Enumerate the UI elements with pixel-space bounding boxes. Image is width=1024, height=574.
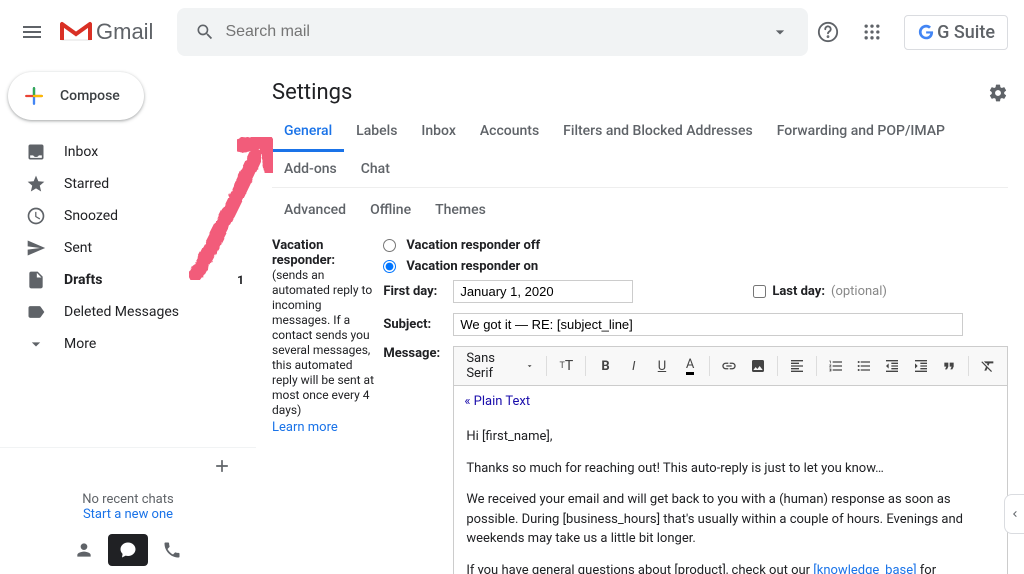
message-greeting: Hi [first_name], bbox=[466, 427, 995, 447]
message-p2: We received your email and will get back… bbox=[466, 490, 995, 549]
numbered-list-button[interactable] bbox=[823, 353, 849, 379]
drafts-icon bbox=[26, 270, 46, 290]
text-color-button[interactable]: A bbox=[677, 353, 703, 379]
plus-icon bbox=[20, 82, 48, 110]
no-chats-text: No recent chats bbox=[0, 492, 256, 507]
message-p1: Thanks so much for reaching out! This au… bbox=[466, 459, 995, 479]
start-chat-link[interactable]: Start a new one bbox=[0, 507, 256, 522]
sidebar: Compose Inbox Starred Snoozed Sent bbox=[0, 64, 256, 574]
gmail-icon bbox=[60, 20, 92, 44]
google-g-icon bbox=[917, 23, 935, 41]
vacation-on-radio[interactable] bbox=[383, 260, 396, 273]
tab-offline[interactable]: Offline bbox=[358, 194, 423, 226]
font-family-select[interactable]: Sans Serif bbox=[460, 351, 540, 381]
gsuite-badge[interactable]: G Suite bbox=[904, 15, 1008, 50]
tab-general[interactable]: General bbox=[272, 113, 344, 152]
chevron-left-icon bbox=[1009, 508, 1021, 520]
compose-button[interactable]: Compose bbox=[8, 72, 144, 120]
message-editor[interactable]: Hi [first_name], Thanks so much for reac… bbox=[453, 417, 1008, 574]
message-p3: If you have general questions about [pro… bbox=[466, 561, 995, 574]
editor-toolbar: Sans Serif TT B I U A bbox=[453, 346, 1008, 386]
label-icon bbox=[26, 302, 46, 322]
nav-sent[interactable]: Sent bbox=[0, 232, 256, 264]
tab-inbox[interactable]: Inbox bbox=[409, 113, 467, 151]
message-label: Message: bbox=[383, 346, 453, 361]
align-button[interactable] bbox=[784, 353, 810, 379]
page-title: Settings bbox=[272, 80, 352, 105]
nav-more[interactable]: More bbox=[0, 328, 256, 360]
settings-gear-icon[interactable] bbox=[988, 83, 1008, 103]
nav-list: Inbox Starred Snoozed Sent Drafts bbox=[0, 136, 256, 360]
tab-advanced[interactable]: Advanced bbox=[272, 194, 358, 226]
search-options-icon[interactable] bbox=[760, 12, 800, 52]
tab-accounts[interactable]: Accounts bbox=[468, 113, 551, 151]
plain-text-link[interactable]: « Plain Text bbox=[453, 386, 1008, 417]
tab-chat[interactable]: Chat bbox=[349, 151, 402, 187]
remove-formatting-button[interactable] bbox=[975, 353, 1001, 379]
learn-more-link[interactable]: Learn more bbox=[272, 420, 375, 435]
vacation-responder-section: Vacation responder: (sends an automated … bbox=[272, 232, 1008, 574]
last-day-label: Last day: bbox=[772, 284, 825, 299]
subject-input[interactable] bbox=[453, 313, 963, 336]
tab-themes[interactable]: Themes bbox=[423, 194, 498, 226]
tab-labels[interactable]: Labels bbox=[344, 113, 409, 151]
search-input[interactable] bbox=[225, 23, 760, 41]
search-icon[interactable] bbox=[185, 12, 225, 52]
chevron-down-icon bbox=[26, 334, 46, 354]
vacation-desc: (sends an automated reply to incoming me… bbox=[272, 268, 374, 417]
quote-button[interactable] bbox=[936, 353, 962, 379]
knowledge-base-link[interactable]: [knowledge_base] bbox=[813, 563, 916, 574]
main-content: Settings General Labels Inbox Accounts F… bbox=[256, 64, 1024, 574]
indent-more-button[interactable] bbox=[907, 353, 933, 379]
settings-tabs: General Labels Inbox Accounts Filters an… bbox=[272, 113, 1008, 188]
clock-icon bbox=[26, 206, 46, 226]
bold-button[interactable]: B bbox=[592, 353, 618, 379]
last-day-optional: (optional) bbox=[831, 284, 887, 299]
insert-photo-button[interactable] bbox=[744, 353, 770, 379]
vacation-on-label: Vacation responder on bbox=[406, 259, 538, 274]
vacation-off-label: Vacation responder off bbox=[406, 238, 540, 253]
gmail-logo[interactable]: Gmail bbox=[60, 19, 153, 45]
bullet-list-button[interactable] bbox=[851, 353, 877, 379]
underline-button[interactable]: U bbox=[649, 353, 675, 379]
hangouts-contacts-icon[interactable] bbox=[64, 534, 104, 566]
indent-less-button[interactable] bbox=[879, 353, 905, 379]
header: Gmail G Suite bbox=[0, 0, 1024, 64]
subject-label: Subject: bbox=[383, 317, 453, 332]
first-day-input[interactable] bbox=[453, 280, 633, 303]
chevron-down-icon bbox=[525, 361, 534, 371]
last-day-checkbox[interactable] bbox=[753, 285, 766, 298]
inbox-icon bbox=[26, 142, 46, 162]
nav-starred[interactable]: Starred bbox=[0, 168, 256, 200]
settings-tabs-row2: Advanced Offline Themes bbox=[272, 188, 1008, 232]
compose-label: Compose bbox=[60, 88, 120, 104]
side-panel-toggle[interactable] bbox=[1004, 494, 1024, 534]
first-day-label: First day: bbox=[383, 284, 453, 299]
hangouts-chat-icon[interactable] bbox=[108, 534, 148, 566]
link-button[interactable] bbox=[716, 353, 742, 379]
apps-icon[interactable] bbox=[852, 12, 892, 52]
plus-icon bbox=[212, 456, 232, 476]
nav-drafts[interactable]: Drafts 1 bbox=[0, 264, 256, 296]
tab-forwarding[interactable]: Forwarding and POP/IMAP bbox=[765, 113, 957, 151]
nav-snoozed[interactable]: Snoozed bbox=[0, 200, 256, 232]
star-icon bbox=[26, 174, 46, 194]
vacation-off-radio[interactable] bbox=[383, 239, 396, 252]
search-box[interactable] bbox=[177, 8, 808, 56]
font-size-button[interactable]: TT bbox=[553, 353, 579, 379]
main-menu-button[interactable] bbox=[8, 8, 56, 56]
new-chat-button[interactable] bbox=[0, 448, 256, 484]
nav-inbox[interactable]: Inbox bbox=[0, 136, 256, 168]
support-icon[interactable] bbox=[808, 12, 848, 52]
send-icon bbox=[26, 238, 46, 258]
italic-button[interactable]: I bbox=[621, 353, 647, 379]
tab-filters[interactable]: Filters and Blocked Addresses bbox=[551, 113, 765, 151]
nav-deleted[interactable]: Deleted Messages bbox=[0, 296, 256, 328]
tab-addons[interactable]: Add-ons bbox=[272, 151, 349, 187]
hangouts-phone-icon[interactable] bbox=[152, 534, 192, 566]
product-name: Gmail bbox=[96, 19, 153, 45]
vacation-label: Vacation responder: bbox=[272, 238, 335, 268]
